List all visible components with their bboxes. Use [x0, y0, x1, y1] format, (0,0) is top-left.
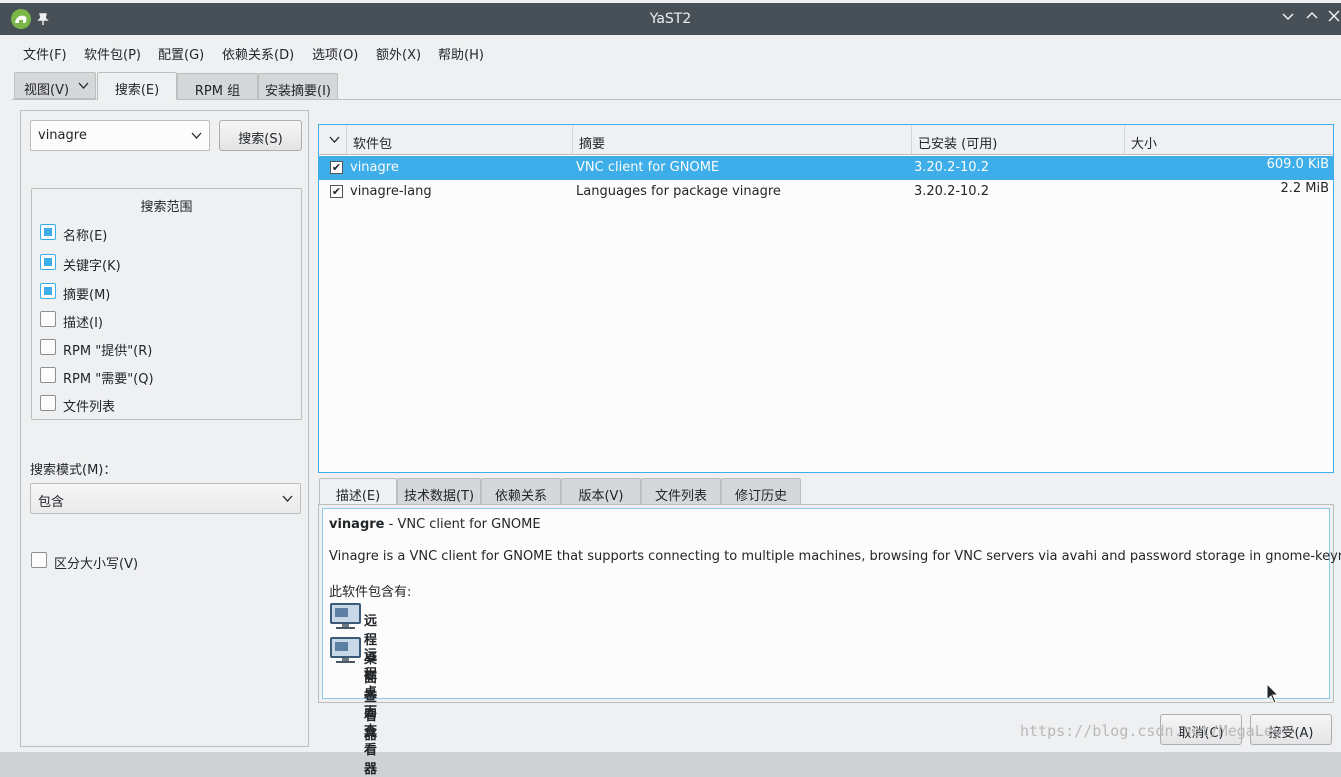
window-title: YaST2 [649, 11, 692, 27]
view-dropdown[interactable]: 视图(V) [14, 72, 96, 99]
cell-installed: 3.20.2-10.2 [914, 184, 989, 199]
remote-desktop-icon [330, 637, 361, 663]
table-header: 软件包 摘要 已安装 (可用) 大小 [319, 125, 1333, 155]
package-description: vinagre - VNC client for GNOME Vinagre i… [322, 508, 1341, 777]
description-text: Vinagre is a VNC client for GNOME that s… [329, 549, 1341, 564]
package-headline: - VNC client for GNOME [384, 517, 541, 532]
checkbox-box[interactable] [31, 552, 47, 568]
title-bar: YaST2 [0, 3, 1341, 35]
view-dropdown-label: 视图(V) [24, 83, 70, 98]
checkbox-label: 摘要(M) [63, 288, 111, 303]
search-scope-group: 搜索范围 名称(E) 关键字(K) 摘要(M) 描述(I) RPM "提供"(R… [31, 188, 302, 420]
package-name: vinagre [329, 517, 385, 532]
checkbox-box[interactable] [40, 254, 56, 270]
search-panel: vinagre 搜索(S) 搜索范围 名称(E) 关键字(K) 摘要(M) 描述… [20, 110, 309, 747]
checkbox-label: 名称(E) [63, 229, 108, 244]
cell-size: 2.2 MiB [1280, 181, 1329, 196]
close-button[interactable] [1325, 9, 1341, 27]
menu-package[interactable]: 软件包(P) [84, 44, 141, 63]
checkbox-box[interactable] [40, 367, 56, 383]
description-headline: vinagre - VNC client for GNOME [329, 517, 541, 532]
yast-window: YaST2 文件(F) 软件包(P) 配置(G) 依赖关系(D) 选项(O) 额… [0, 0, 1341, 777]
tab-file-list[interactable]: 文件列表 [641, 478, 721, 505]
checkbox-label: 描述(I) [63, 316, 103, 331]
close-icon [1328, 10, 1340, 22]
chevron-down-icon [282, 495, 293, 502]
chevron-down-icon [329, 136, 340, 143]
cell-summary: Languages for package vinagre [576, 184, 781, 199]
checkbox-label: 区分大小写(V) [54, 557, 139, 572]
remote-desktop-icon [330, 603, 361, 629]
package-table[interactable]: 软件包 摘要 已安装 (可用) 大小 ✔ vinagre VNC client … [318, 124, 1334, 473]
header-installed[interactable]: 已安装 (可用) [912, 125, 1125, 154]
menu-help[interactable]: 帮助(H) [438, 44, 484, 63]
search-mode-label: 搜索模式(M)： [30, 463, 117, 478]
column-menu-button[interactable] [319, 125, 347, 154]
table-row[interactable]: ✔ vinagre VNC client for GNOME 3.20.2-10… [319, 156, 1333, 180]
checkbox-label: 文件列表 [63, 400, 116, 415]
tab-rpm-group[interactable]: RPM 组 [177, 73, 258, 100]
search-mode-value: 包含 [38, 495, 65, 510]
checkbox-box[interactable] [40, 339, 56, 355]
search-input-value: vinagre [38, 128, 87, 143]
chevron-down-icon [191, 132, 202, 139]
tab-technical-data[interactable]: 技术数据(T) [397, 478, 481, 505]
chevron-up-icon [1306, 11, 1318, 19]
cell-installed: 3.20.2-10.2 [914, 160, 989, 175]
search-mode-select[interactable]: 包含 [30, 483, 301, 514]
menu-config[interactable]: 配置(G) [158, 44, 204, 63]
package-checkbox[interactable]: ✔ [330, 161, 343, 174]
tab-dependencies[interactable]: 依赖关系 [481, 478, 561, 505]
menu-file[interactable]: 文件(F) [23, 44, 67, 63]
search-input[interactable]: vinagre [30, 120, 210, 151]
cell-package: vinagre [350, 160, 399, 175]
chevron-down-icon [78, 82, 89, 89]
contains-label: 此软件包含有: [329, 585, 412, 600]
minimize-button[interactable] [1279, 9, 1297, 27]
checkbox-label: RPM "需要"(Q) [63, 372, 154, 387]
header-package[interactable]: 软件包 [347, 125, 573, 154]
tab-install-summary[interactable]: 安装摘要(I) [258, 73, 338, 100]
cell-size: 609.0 KiB [1266, 157, 1329, 172]
app-name: 远程桌面查看器 [364, 648, 378, 777]
cell-package: vinagre-lang [350, 184, 432, 199]
search-button[interactable]: 搜索(S) [219, 120, 302, 151]
menu-extras[interactable]: 额外(X) [376, 44, 421, 63]
cell-summary: VNC client for GNOME [576, 160, 720, 175]
checkbox-box[interactable] [40, 283, 56, 299]
table-row[interactable]: ✔ vinagre-lang Languages for package vin… [319, 180, 1333, 204]
maximize-button[interactable] [1303, 9, 1321, 27]
tab-search[interactable]: 搜索(E) [97, 72, 177, 100]
watermark: https://blog.csdn.net/MegaLey [1020, 722, 1282, 740]
checkbox-box[interactable] [40, 395, 56, 411]
menu-dependencies[interactable]: 依赖关系(D) [222, 44, 294, 63]
checkbox-label: 关键字(K) [63, 259, 121, 274]
chevron-down-icon [1282, 13, 1294, 21]
mouse-cursor-icon [1266, 683, 1280, 704]
package-checkbox[interactable]: ✔ [330, 185, 343, 198]
header-summary[interactable]: 摘要 [573, 125, 912, 154]
menu-options[interactable]: 选项(O) [312, 44, 358, 63]
checkbox-label: RPM "提供"(R) [63, 344, 153, 359]
tab-description[interactable]: 描述(E) [319, 478, 397, 505]
tab-changelog[interactable]: 修订历史 [721, 478, 801, 505]
checkbox-box[interactable] [40, 224, 56, 240]
menu-bar: 文件(F) 软件包(P) 配置(G) 依赖关系(D) 选项(O) 额外(X) 帮… [0, 36, 1341, 66]
checkbox-box[interactable] [40, 311, 56, 327]
header-size[interactable]: 大小 [1125, 125, 1333, 154]
search-scope-title: 搜索范围 [140, 200, 193, 215]
tab-versions[interactable]: 版本(V) [561, 478, 641, 505]
